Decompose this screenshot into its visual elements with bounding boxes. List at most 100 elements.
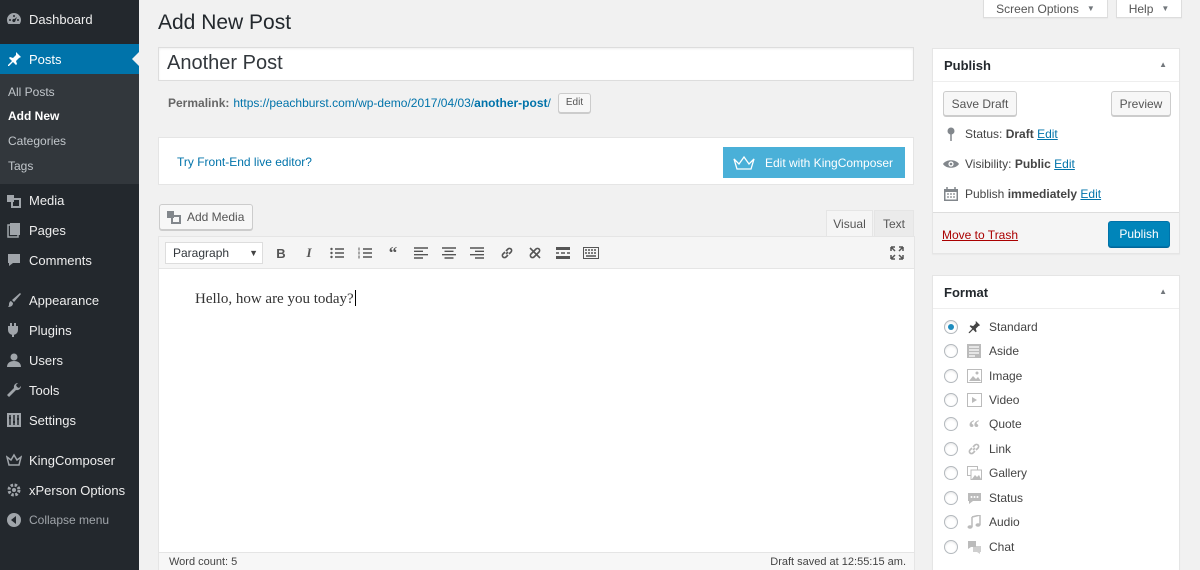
video-icon bbox=[966, 392, 982, 408]
menu-users[interactable]: Users bbox=[0, 345, 139, 375]
wrench-icon bbox=[7, 382, 22, 397]
status-label: Status: bbox=[965, 127, 1003, 141]
publish-box: Publish ▲ Save Draft Preview Status: Dra… bbox=[932, 48, 1180, 254]
blockquote-icon[interactable]: “ bbox=[384, 243, 402, 262]
bulleted-list-icon[interactable] bbox=[328, 244, 346, 262]
permalink-slug: another-post bbox=[474, 96, 548, 110]
align-center-icon[interactable] bbox=[440, 244, 458, 262]
link-icon[interactable] bbox=[498, 244, 516, 262]
frontend-editor-link[interactable]: Try Front-End live editor? bbox=[177, 155, 312, 169]
crown-icon bbox=[6, 453, 22, 466]
move-to-trash-link[interactable]: Move to Trash bbox=[942, 228, 1018, 242]
format-select[interactable]: Paragraph ▼ bbox=[165, 242, 263, 264]
radio-button[interactable] bbox=[944, 417, 958, 431]
menu-dashboard[interactable]: Dashboard bbox=[0, 4, 139, 34]
radio-button[interactable] bbox=[944, 369, 958, 383]
menu-media[interactable]: Media bbox=[0, 185, 139, 215]
read-more-icon[interactable] bbox=[554, 244, 572, 262]
text-cursor bbox=[354, 290, 356, 306]
radio-button[interactable] bbox=[944, 320, 958, 334]
format-option-label: Audio bbox=[989, 515, 1020, 529]
format-option-label: Quote bbox=[989, 417, 1022, 431]
format-option-video[interactable]: Video bbox=[944, 391, 1019, 409]
submenu-all-posts[interactable]: All Posts bbox=[8, 85, 55, 99]
align-left-icon[interactable] bbox=[412, 244, 430, 262]
crown-icon bbox=[733, 155, 755, 170]
format-option-label: Aside bbox=[989, 344, 1020, 358]
pin-icon bbox=[966, 319, 982, 335]
add-media-button[interactable]: Add Media bbox=[159, 204, 254, 230]
menu-pages[interactable]: Pages bbox=[0, 215, 139, 245]
preview-button[interactable]: Preview bbox=[1111, 91, 1171, 116]
numbered-list-icon[interactable] bbox=[356, 244, 374, 262]
format-box-header[interactable]: Format ▲ bbox=[933, 276, 1179, 309]
chevron-up-icon[interactable]: ▲ bbox=[1159, 287, 1167, 296]
permalink-link[interactable]: https://peachburst.com/wp-demo/2017/04/0… bbox=[233, 96, 551, 110]
menu-label: xPerson Options bbox=[29, 482, 126, 498]
menu-label: Comments bbox=[29, 252, 92, 268]
calendar-icon bbox=[943, 187, 959, 201]
menu-label: Pages bbox=[29, 222, 66, 238]
post-title-input[interactable]: Another Post bbox=[158, 47, 914, 81]
permalink-edit-button[interactable]: Edit bbox=[557, 93, 592, 113]
italic-icon[interactable]: I bbox=[300, 244, 318, 262]
editor-content[interactable]: Hello, how are you today? bbox=[195, 290, 356, 308]
radio-button[interactable] bbox=[944, 491, 958, 505]
submenu-categories[interactable]: Categories bbox=[8, 134, 66, 148]
tab-visual[interactable]: Visual bbox=[826, 210, 873, 237]
format-option-label: Status bbox=[989, 491, 1024, 505]
menu-appearance[interactable]: Appearance bbox=[0, 285, 139, 315]
chevron-up-icon[interactable]: ▲ bbox=[1159, 60, 1167, 69]
toolbar-toggle-icon[interactable] bbox=[582, 244, 600, 262]
format-option-aside[interactable]: Aside bbox=[944, 342, 1019, 360]
radio-button[interactable] bbox=[944, 442, 958, 456]
schedule-label: Publish bbox=[965, 187, 1005, 201]
screen-options-button[interactable]: Screen Options ▼ bbox=[983, 0, 1108, 18]
radio-button[interactable] bbox=[944, 466, 958, 480]
menu-kingcomposer[interactable]: KingComposer bbox=[0, 445, 139, 475]
help-button[interactable]: Help ▼ bbox=[1116, 0, 1182, 18]
schedule-edit-link[interactable]: Edit bbox=[1080, 187, 1101, 201]
fullscreen-icon[interactable] bbox=[888, 244, 906, 262]
bold-icon[interactable]: B bbox=[272, 244, 290, 262]
publish-box-header[interactable]: Publish ▲ bbox=[933, 49, 1179, 82]
permalink: Permalink: https://peachburst.com/wp-dem… bbox=[168, 93, 592, 113]
radio-button[interactable] bbox=[944, 344, 958, 358]
radio-button[interactable] bbox=[944, 393, 958, 407]
collapse-menu-button[interactable]: Collapse menu bbox=[0, 505, 139, 535]
menu-label: Media bbox=[29, 192, 65, 208]
radio-button[interactable] bbox=[944, 540, 958, 554]
publish-button[interactable]: Publish bbox=[1108, 221, 1170, 247]
link-icon bbox=[966, 441, 982, 457]
visibility-edit-link[interactable]: Edit bbox=[1054, 157, 1075, 171]
save-draft-button[interactable]: Save Draft bbox=[943, 91, 1017, 116]
comments-icon bbox=[8, 254, 20, 266]
word-count: Word count: 5 bbox=[169, 556, 238, 568]
menu-xperson-options[interactable]: xPerson Options bbox=[0, 475, 139, 505]
kingcomposer-button[interactable]: Edit with KingComposer bbox=[723, 147, 905, 178]
format-option-chat[interactable]: Chat bbox=[944, 538, 1014, 556]
radio-button[interactable] bbox=[944, 515, 958, 529]
format-option-image[interactable]: Image bbox=[944, 367, 1022, 385]
menu-plugins[interactable]: Plugins bbox=[0, 315, 139, 345]
status-edit-link[interactable]: Edit bbox=[1037, 127, 1058, 141]
tab-text[interactable]: Text bbox=[874, 210, 914, 237]
format-option-label: Link bbox=[989, 442, 1012, 456]
format-option-gallery[interactable]: Gallery bbox=[944, 464, 1027, 482]
menu-settings[interactable]: Settings bbox=[0, 405, 139, 435]
format-option-status[interactable]: Status bbox=[944, 489, 1023, 507]
format-option-standard[interactable]: Standard bbox=[944, 318, 1038, 336]
format-option-quote[interactable]: “ Quote bbox=[944, 415, 1022, 438]
permalink-tail: / bbox=[547, 96, 551, 110]
format-option-link[interactable]: Link bbox=[944, 440, 1011, 458]
editor-status-bar: Word count: 5 Draft saved at 12:55:15 am… bbox=[159, 552, 914, 570]
submenu-add-new[interactable]: Add New bbox=[8, 109, 59, 123]
format-option-audio[interactable]: Audio bbox=[944, 513, 1020, 531]
unlink-icon[interactable] bbox=[526, 244, 544, 262]
align-right-icon[interactable] bbox=[468, 244, 486, 262]
menu-tools[interactable]: Tools bbox=[0, 375, 139, 405]
chevron-down-icon: ▼ bbox=[249, 248, 258, 258]
submenu-tags[interactable]: Tags bbox=[8, 159, 33, 173]
menu-comments[interactable]: Comments bbox=[0, 245, 139, 275]
menu-posts[interactable]: Posts bbox=[0, 44, 139, 74]
